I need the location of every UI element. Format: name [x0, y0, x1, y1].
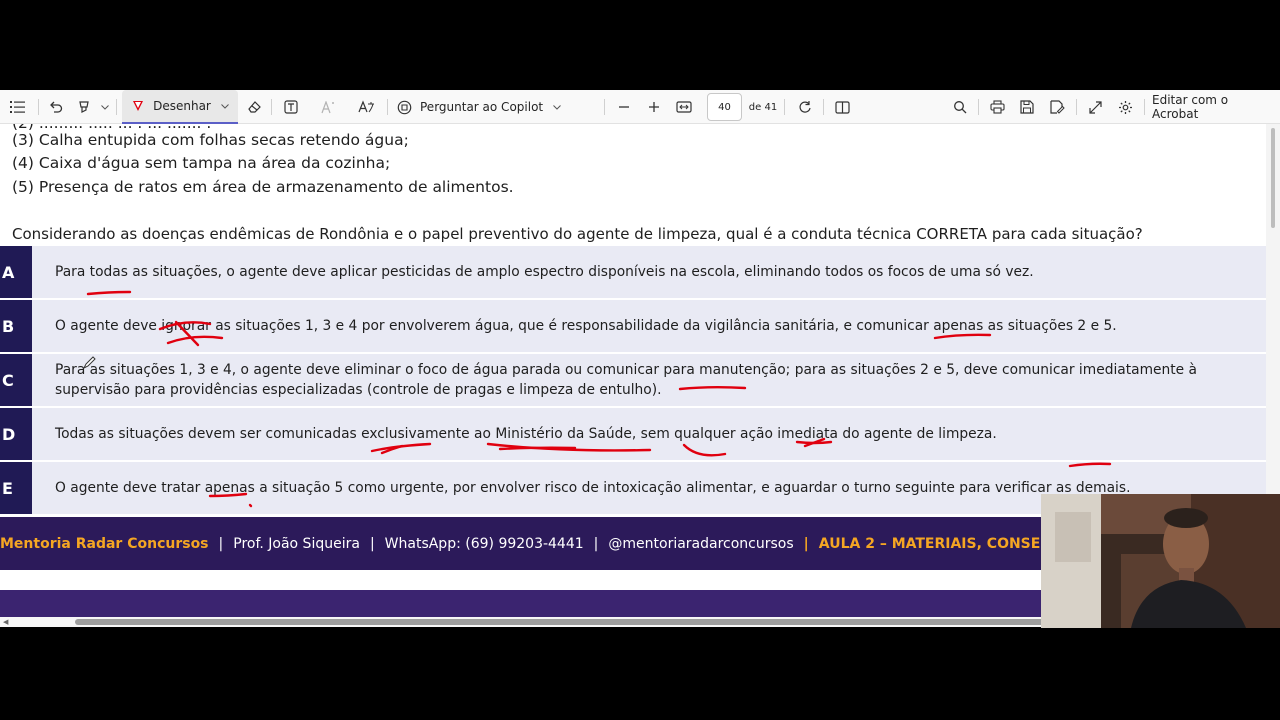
pen-cursor-icon	[82, 356, 96, 370]
footer-separator: |	[369, 535, 375, 552]
option-text: Para as situações 1, 3 e 4, o agente dev…	[55, 362, 1198, 398]
pen-icon	[131, 99, 145, 113]
copilot-icon	[397, 100, 412, 115]
copilot-button[interactable]: Perguntar ao Copilot	[397, 90, 561, 124]
rotate-icon[interactable]	[795, 90, 815, 124]
zoom-out-icon[interactable]	[615, 90, 633, 124]
page-total: de 41	[748, 101, 778, 113]
search-icon[interactable]	[950, 90, 970, 124]
footer-separator: |	[803, 535, 809, 552]
footer-instagram: @mentoriaradarconcursos	[608, 535, 794, 552]
page-view-icon[interactable]	[832, 90, 852, 124]
list-icon[interactable]	[6, 90, 30, 124]
option-d[interactable]: D Todas as situações devem ser comunicad…	[0, 408, 1266, 460]
settings-icon[interactable]	[1115, 90, 1135, 124]
print-icon[interactable]	[987, 90, 1007, 124]
webcam-overlay	[1041, 494, 1280, 628]
edit-with-acrobat-button[interactable]: Editar com o Acrobat	[1152, 90, 1274, 124]
zoom-in-icon[interactable]	[645, 90, 663, 124]
save-as-icon[interactable]	[1047, 90, 1067, 124]
option-letter: B	[0, 300, 32, 352]
option-letter: C	[0, 354, 32, 406]
fit-page-icon[interactable]	[674, 90, 694, 124]
copilot-label: Perguntar ao Copilot	[420, 100, 544, 114]
option-a[interactable]: A Para todas as situações, o agente deve…	[0, 246, 1266, 298]
question-text: Considerando as doenças endêmicas de Ron…	[12, 225, 1143, 243]
scrollbar-thumb[interactable]	[1271, 128, 1275, 228]
footer-separator: |	[218, 535, 224, 552]
chevron-down-icon	[553, 104, 561, 110]
statement-line: (4) Caixa d'água sem tampa na área da co…	[12, 154, 391, 172]
eraser-icon[interactable]	[244, 90, 264, 124]
option-text: Todas as situações devem ser comunicadas…	[55, 426, 997, 442]
footer-brand: Mentoria Radar Concursos	[0, 535, 209, 552]
option-text: O agente deve ignorar as situações 1, 3 …	[55, 318, 1117, 334]
highlighter-icon[interactable]	[74, 90, 94, 124]
presenter-video	[1041, 494, 1280, 628]
statement-line: (5) Presença de ratos em área de armazen…	[12, 178, 514, 196]
footer-teacher: Prof. João Siqueira	[233, 535, 360, 552]
text-box-icon[interactable]	[281, 90, 301, 124]
read-aloud-icon[interactable]	[318, 90, 338, 124]
option-c[interactable]: C Para as situações 1, 3 e 4, o agente d…	[0, 354, 1266, 406]
scroll-left-icon[interactable]: ◀	[3, 618, 8, 626]
footer-separator: |	[593, 535, 599, 552]
undo-icon[interactable]	[46, 90, 66, 124]
fullscreen-icon[interactable]	[1085, 90, 1105, 124]
draw-label: Desenhar	[153, 99, 211, 113]
save-icon[interactable]	[1017, 90, 1037, 124]
footer-lesson: AULA 2 – MATERIAIS, CONSERVA	[818, 535, 1072, 552]
pdf-toolbar: Desenhar Perguntar ao Copilot de 41	[0, 90, 1280, 124]
statement-line: (3) Calha entupida com folhas secas rete…	[12, 131, 409, 149]
translate-icon[interactable]	[355, 90, 377, 124]
page-number-input[interactable]	[707, 93, 742, 121]
option-letter: E	[0, 462, 32, 514]
footer-whatsapp: WhatsApp: (69) 99203-4441	[384, 535, 584, 552]
option-letter: D	[0, 408, 32, 460]
option-text: Para todas as situações, o agente deve a…	[55, 264, 1034, 280]
option-b[interactable]: B O agente deve ignorar as situações 1, …	[0, 300, 1266, 352]
option-letter: A	[0, 246, 32, 298]
chevron-down-icon[interactable]	[98, 90, 112, 124]
chevron-down-icon	[221, 103, 229, 109]
draw-button[interactable]: Desenhar	[122, 90, 238, 124]
